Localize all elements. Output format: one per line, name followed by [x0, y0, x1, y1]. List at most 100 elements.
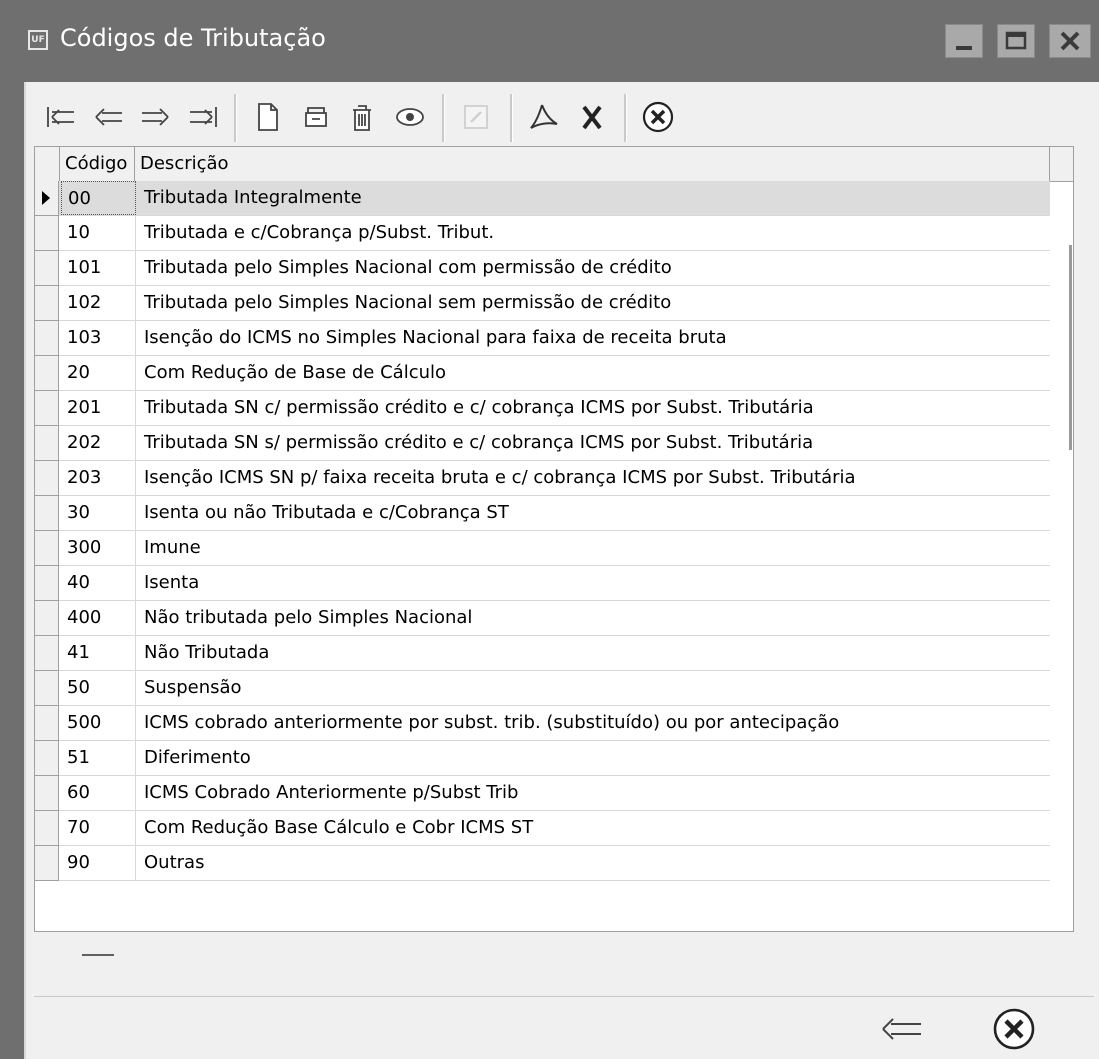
- cell-code[interactable]: 103: [61, 321, 136, 355]
- cell-code[interactable]: 201: [61, 391, 136, 425]
- cell-code[interactable]: 10: [61, 216, 136, 250]
- table-row[interactable]: 201 Tributada SN c/ permissão crédito e c…: [35, 391, 1050, 426]
- row-indicator[interactable]: [35, 776, 59, 811]
- minimize-button[interactable]: [945, 24, 983, 58]
- close-button[interactable]: [1049, 24, 1091, 58]
- row-indicator[interactable]: [35, 391, 59, 426]
- cell-description[interactable]: Diferimento: [136, 741, 1050, 775]
- cell-code[interactable]: 102: [61, 286, 136, 320]
- cell-description[interactable]: Tributada SN c/ permissão crédito e c/ c…: [136, 391, 1050, 425]
- row-indicator[interactable]: [35, 356, 59, 391]
- table-row[interactable]: 10 Tributada e c/Cobrança p/Subst. Tribut…: [35, 216, 1050, 251]
- column-header-code[interactable]: Código: [61, 147, 135, 181]
- row-indicator[interactable]: [35, 216, 59, 251]
- cabinet-button[interactable]: [294, 94, 338, 140]
- row-indicator[interactable]: [35, 601, 59, 636]
- title-bar[interactable]: UF Códigos de Tributação: [0, 0, 1099, 82]
- edit-button[interactable]: [454, 94, 498, 140]
- cell-code[interactable]: 203: [61, 461, 136, 495]
- close-dialog-button[interactable]: [986, 1001, 1042, 1057]
- cell-description[interactable]: Suspensão: [136, 671, 1050, 705]
- table-row[interactable]: 30 Isenta ou não Tributada e c/Cobrança S…: [35, 496, 1050, 531]
- cell-description[interactable]: Outras: [136, 846, 1050, 880]
- cell-code[interactable]: 300: [61, 531, 136, 565]
- cell-code[interactable]: 90: [61, 846, 136, 880]
- table-row[interactable]: 70 Com Redução Base Cálculo e Cobr ICMS S…: [35, 811, 1050, 846]
- row-indicator[interactable]: [35, 846, 59, 881]
- table-row[interactable]: 00 Tributada Integralmente: [35, 181, 1050, 216]
- table-row[interactable]: 20 Com Redução de Base de Cálculo: [35, 356, 1050, 391]
- cell-code[interactable]: 30: [61, 496, 136, 530]
- row-indicator[interactable]: [35, 461, 59, 496]
- cell-description[interactable]: Tributada pelo Simples Nacional com perm…: [136, 251, 1050, 285]
- first-record-button[interactable]: [38, 94, 82, 140]
- cell-code[interactable]: 50: [61, 671, 136, 705]
- last-record-button[interactable]: [182, 94, 226, 140]
- delete-button[interactable]: [340, 94, 384, 140]
- row-indicator[interactable]: [35, 741, 59, 776]
- codes-grid[interactable]: Código Descrição 00 Tributada Integralmen…: [34, 146, 1074, 932]
- table-row[interactable]: 400 Não tributada pelo Simples Nacional: [35, 601, 1050, 636]
- cell-code[interactable]: 41: [61, 636, 136, 670]
- column-header-description[interactable]: Descrição: [136, 147, 1050, 181]
- cell-code[interactable]: 202: [61, 426, 136, 460]
- row-indicator[interactable]: [35, 426, 59, 461]
- table-row[interactable]: 102 Tributada pelo Simples Nacional sem p…: [35, 286, 1050, 321]
- row-indicator[interactable]: [35, 181, 59, 216]
- row-indicator[interactable]: [35, 706, 59, 741]
- cell-description[interactable]: Isenção do ICMS no Simples Nacional para…: [136, 321, 1050, 355]
- row-indicator[interactable]: [35, 496, 59, 531]
- row-indicator[interactable]: [35, 636, 59, 671]
- cell-description[interactable]: Com Redução de Base de Cálculo: [136, 356, 1050, 390]
- close-window-button[interactable]: [636, 94, 680, 140]
- table-row[interactable]: 203 Isenção ICMS SN p/ faixa receita brut…: [35, 461, 1050, 496]
- export-button[interactable]: [570, 94, 614, 140]
- cell-description[interactable]: Tributada e c/Cobrança p/Subst. Tribut.: [136, 216, 1050, 250]
- cell-code[interactable]: 00: [61, 181, 136, 215]
- view-button[interactable]: [388, 94, 432, 140]
- table-row[interactable]: 50 Suspensão: [35, 671, 1050, 706]
- cell-description[interactable]: Não tributada pelo Simples Nacional: [136, 601, 1050, 635]
- table-row[interactable]: 60 ICMS Cobrado Anteriormente p/Subst Tri…: [35, 776, 1050, 811]
- table-row[interactable]: 41 Não Tributada: [35, 636, 1050, 671]
- cell-description[interactable]: Imune: [136, 531, 1050, 565]
- table-row[interactable]: 202 Tributada SN s/ permissão crédito e c…: [35, 426, 1050, 461]
- cell-description[interactable]: ICMS Cobrado Anteriormente p/Subst Trib: [136, 776, 1050, 810]
- cell-code[interactable]: 500: [61, 706, 136, 740]
- table-row[interactable]: 500 ICMS cobrado anteriormente por subst.…: [35, 706, 1050, 741]
- pdf-button[interactable]: [522, 94, 566, 140]
- row-indicator[interactable]: [35, 531, 59, 566]
- table-row[interactable]: 101 Tributada pelo Simples Nacional com p…: [35, 251, 1050, 286]
- table-row[interactable]: 51 Diferimento: [35, 741, 1050, 776]
- cell-description[interactable]: ICMS cobrado anteriormente por subst. tr…: [136, 706, 1050, 740]
- vertical-scrollbar[interactable]: [1069, 245, 1072, 450]
- cell-code[interactable]: 51: [61, 741, 136, 775]
- next-record-button[interactable]: [134, 94, 178, 140]
- row-indicator[interactable]: [35, 286, 59, 321]
- table-row[interactable]: 103 Isenção do ICMS no Simples Nacional p…: [35, 321, 1050, 356]
- back-button[interactable]: [874, 1001, 930, 1057]
- row-indicator[interactable]: [35, 671, 59, 706]
- cell-description[interactable]: Tributada SN s/ permissão crédito e c/ c…: [136, 426, 1050, 460]
- cell-description[interactable]: Tributada Integralmente: [136, 181, 1050, 215]
- cell-code[interactable]: 60: [61, 776, 136, 810]
- prior-record-button[interactable]: [86, 94, 130, 140]
- cell-code[interactable]: 20: [61, 356, 136, 390]
- new-record-button[interactable]: [246, 94, 290, 140]
- cell-description[interactable]: Não Tributada: [136, 636, 1050, 670]
- maximize-button[interactable]: [997, 24, 1035, 58]
- cell-description[interactable]: Isenta: [136, 566, 1050, 600]
- cell-description[interactable]: Com Redução Base Cálculo e Cobr ICMS ST: [136, 811, 1050, 845]
- row-indicator[interactable]: [35, 566, 59, 601]
- cell-code[interactable]: 400: [61, 601, 136, 635]
- cell-code[interactable]: 40: [61, 566, 136, 600]
- row-indicator[interactable]: [35, 251, 59, 286]
- row-indicator[interactable]: [35, 811, 59, 846]
- row-indicator[interactable]: [35, 321, 59, 356]
- table-row[interactable]: 90 Outras: [35, 846, 1050, 881]
- cell-description[interactable]: Tributada pelo Simples Nacional sem perm…: [136, 286, 1050, 320]
- cell-description[interactable]: Isenta ou não Tributada e c/Cobrança ST: [136, 496, 1050, 530]
- cell-code[interactable]: 101: [61, 251, 136, 285]
- cell-code[interactable]: 70: [61, 811, 136, 845]
- table-row[interactable]: 300 Imune: [35, 531, 1050, 566]
